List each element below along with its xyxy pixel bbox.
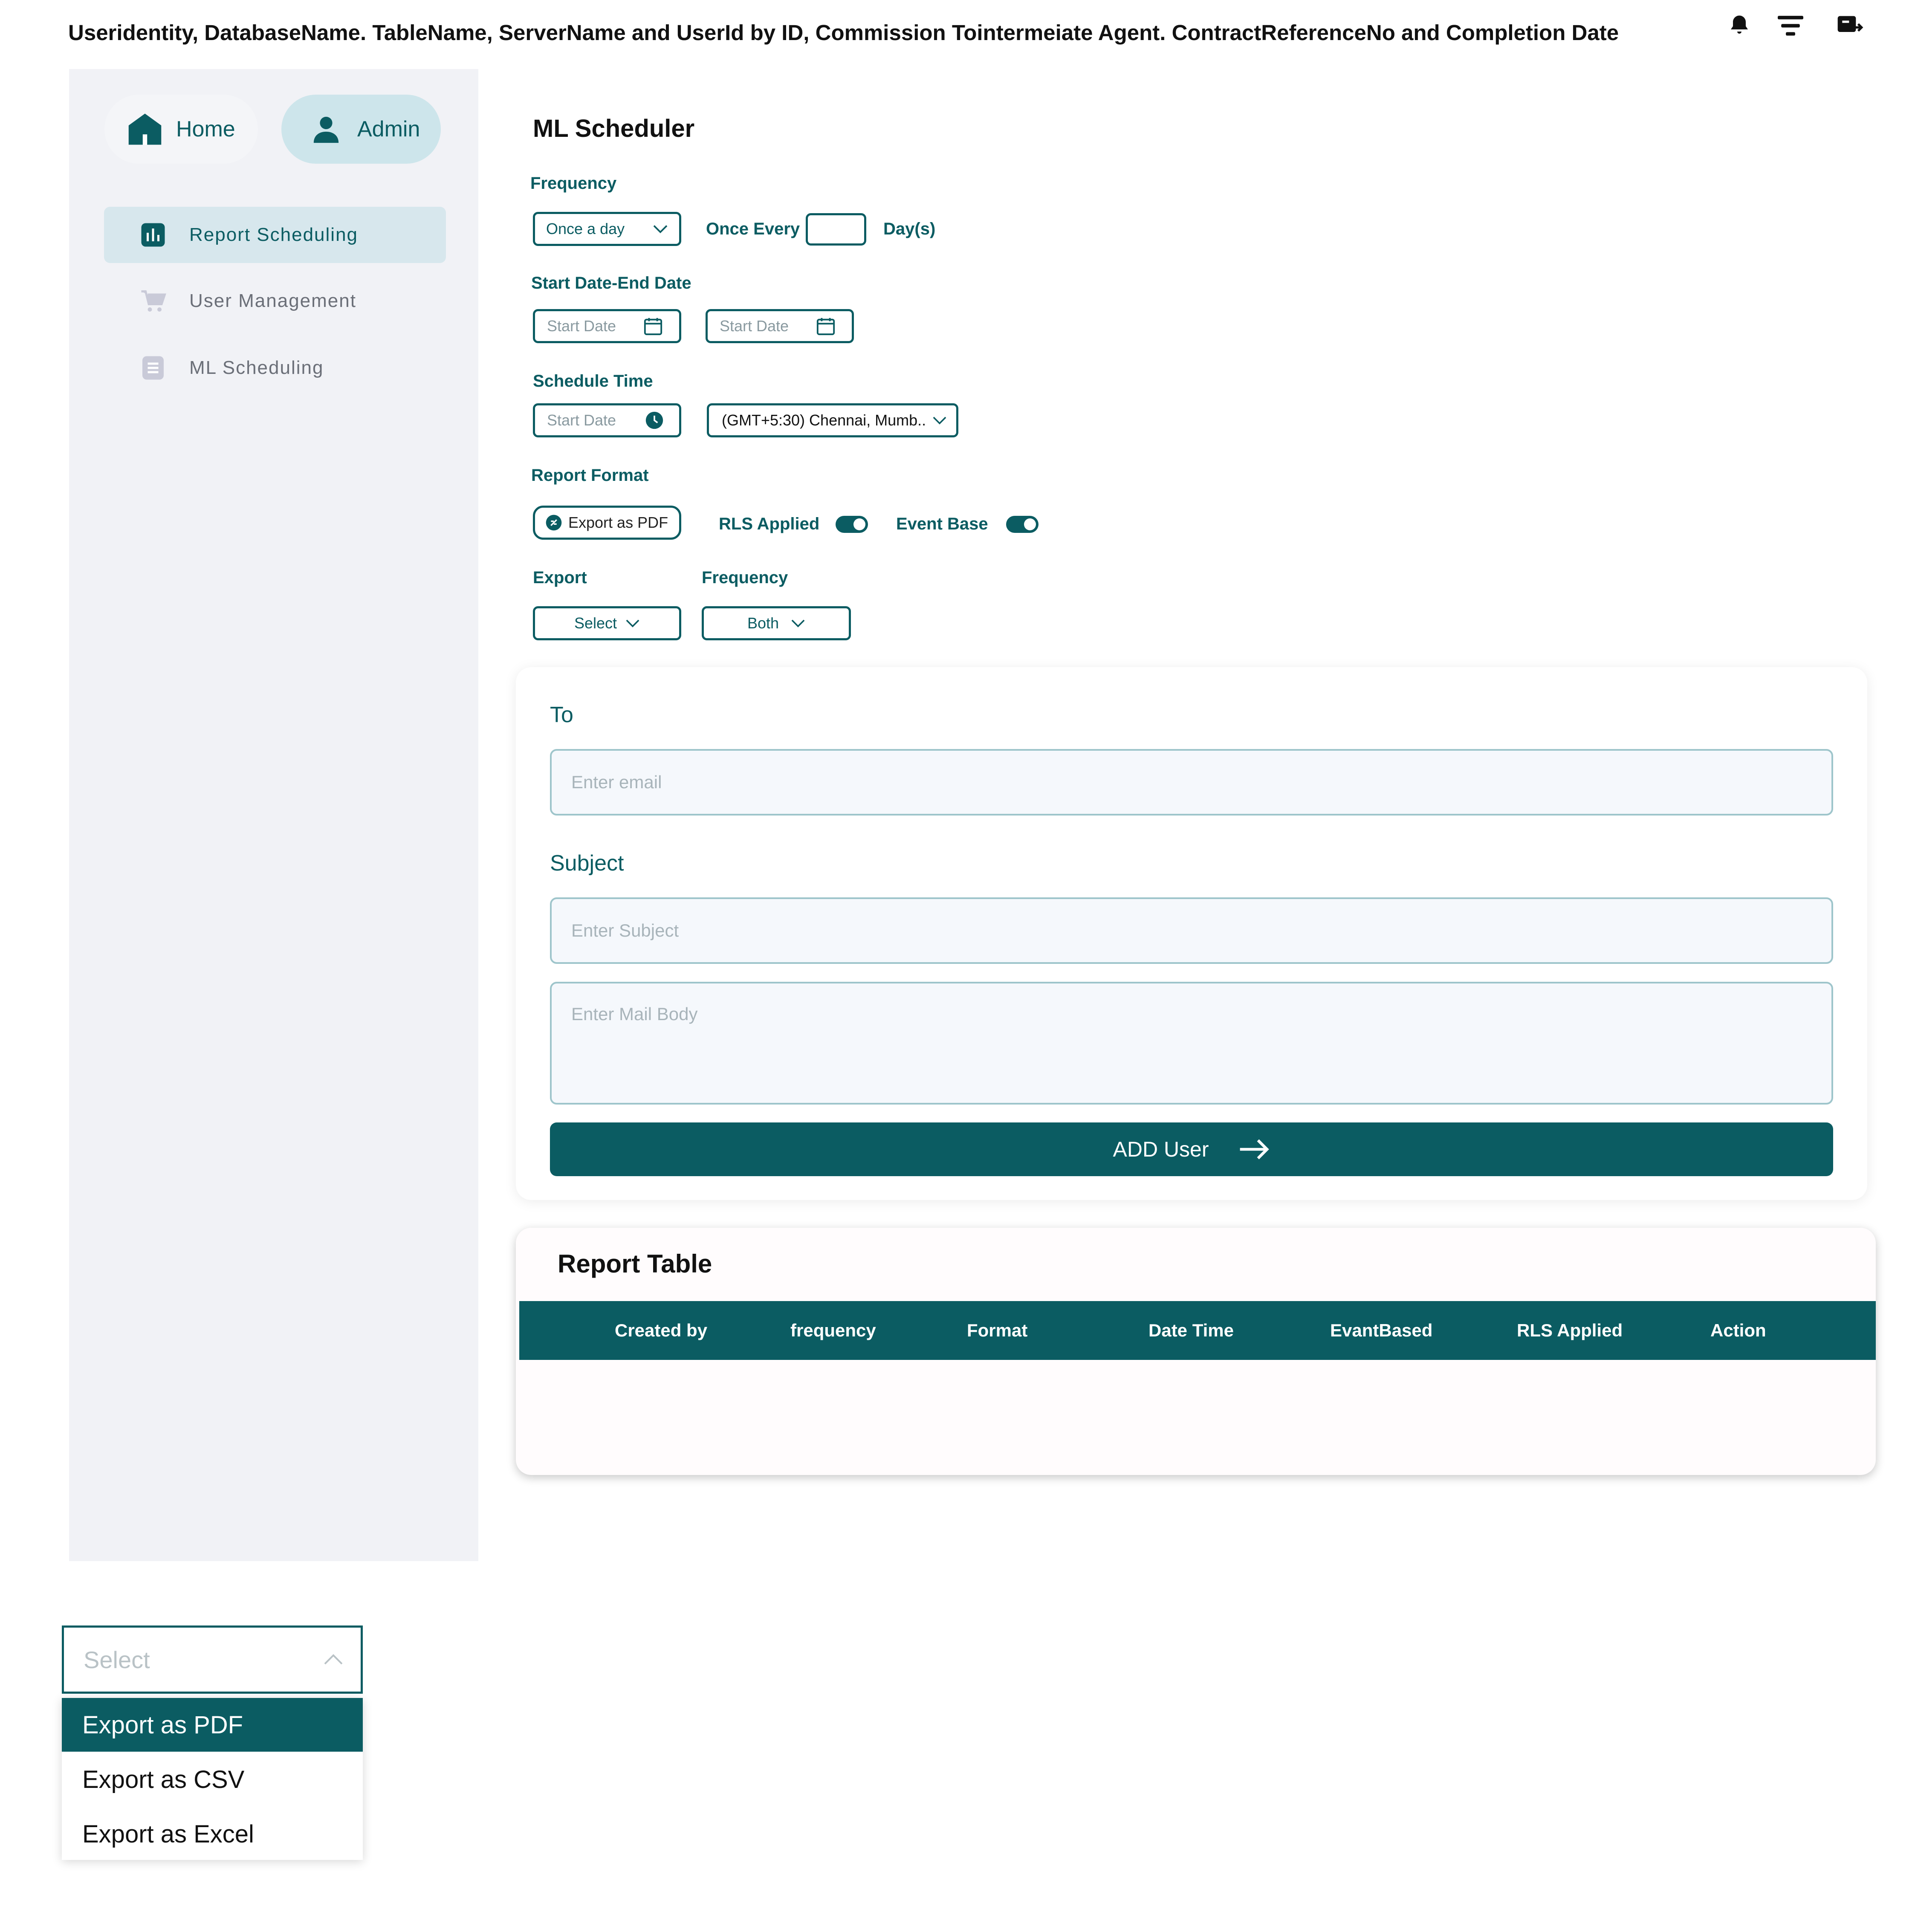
page-title: ML Scheduler bbox=[533, 115, 695, 142]
page-header-title: Useridentity, DatabaseName. TableName, S… bbox=[68, 20, 1619, 45]
event-base-label: Event Base bbox=[896, 515, 988, 533]
calendar-icon bbox=[643, 316, 663, 336]
rls-label: RLS Applied bbox=[719, 515, 820, 533]
chevron-down-icon bbox=[625, 619, 640, 628]
email-card: To Enter email Subject Enter Subject Ent… bbox=[516, 667, 1867, 1200]
export-select[interactable]: Select bbox=[533, 606, 681, 640]
end-date-input[interactable]: Start Date bbox=[706, 309, 854, 343]
add-user-button[interactable]: ADD User bbox=[550, 1122, 1833, 1176]
frequency2-select[interactable]: Both bbox=[702, 606, 851, 640]
mail-body-input[interactable]: Enter Mail Body bbox=[550, 982, 1833, 1105]
timezone-select[interactable]: (GMT+5:30) Chennai, Mumb.. bbox=[707, 403, 958, 437]
user-icon bbox=[307, 110, 345, 148]
column-evant-based[interactable]: EvantBased bbox=[1330, 1301, 1432, 1360]
report-format-value: Export as PDF bbox=[568, 514, 668, 531]
start-date-input[interactable]: Start Date bbox=[533, 309, 681, 343]
report-table-card: Report Table Created by frequency Format… bbox=[516, 1228, 1876, 1475]
mail-body-placeholder: Enter Mail Body bbox=[571, 1004, 698, 1024]
subject-label: Subject bbox=[550, 851, 624, 876]
report-format-label: Report Format bbox=[531, 466, 649, 485]
report-format-button[interactable]: Export as PDF bbox=[533, 506, 681, 540]
chart-icon bbox=[138, 220, 168, 250]
sidebar-item-label: User Management bbox=[189, 290, 356, 311]
schedule-time-label: Schedule Time bbox=[533, 372, 653, 390]
date-range-label: Start Date-End Date bbox=[531, 274, 691, 292]
once-every-input[interactable] bbox=[806, 213, 866, 246]
home-icon bbox=[126, 110, 164, 148]
dropdown-option-csv[interactable]: Export as CSV bbox=[62, 1753, 363, 1806]
report-table-title: Report Table bbox=[558, 1249, 712, 1278]
frequency-select[interactable]: Once a day bbox=[533, 212, 681, 246]
sidebar-item-ml-scheduling[interactable]: ML Scheduling bbox=[104, 340, 446, 396]
subject-input[interactable]: Enter Subject bbox=[550, 897, 1833, 964]
arrow-right-icon bbox=[1239, 1137, 1270, 1161]
chevron-up-icon bbox=[323, 1653, 344, 1666]
column-format[interactable]: Format bbox=[967, 1301, 1027, 1360]
event-base-toggle[interactable] bbox=[1006, 516, 1038, 533]
pdf-icon bbox=[545, 514, 562, 531]
start-date-placeholder: Start Date bbox=[547, 317, 616, 335]
clock-icon bbox=[645, 411, 664, 430]
document-icon bbox=[138, 353, 168, 383]
filter-icon[interactable] bbox=[1776, 10, 1805, 40]
sidebar-item-label: ML Scheduling bbox=[189, 357, 324, 378]
end-date-placeholder: Start Date bbox=[720, 317, 789, 335]
once-every-label: Once Every bbox=[706, 220, 800, 238]
frequency2-value: Both bbox=[747, 614, 779, 632]
sidebar-item-report-scheduling[interactable]: Report Scheduling bbox=[104, 207, 446, 263]
column-frequency[interactable]: frequency bbox=[790, 1301, 876, 1360]
chevron-down-icon bbox=[653, 224, 668, 234]
admin-label: Admin bbox=[357, 117, 420, 142]
home-button[interactable]: Home bbox=[104, 95, 258, 164]
email-placeholder: Enter email bbox=[571, 772, 662, 792]
time-placeholder: Start Date bbox=[547, 411, 616, 429]
logout-icon[interactable] bbox=[1835, 10, 1865, 40]
calendar-icon bbox=[816, 316, 836, 336]
admin-button[interactable]: Admin bbox=[281, 95, 441, 164]
frequency2-label: Frequency bbox=[702, 568, 788, 587]
export-label: Export bbox=[533, 568, 587, 587]
email-input[interactable]: Enter email bbox=[550, 749, 1833, 816]
cart-icon bbox=[138, 286, 168, 316]
schedule-time-input[interactable]: Start Date bbox=[533, 403, 681, 437]
dropdown-option-pdf[interactable]: Export as PDF bbox=[62, 1698, 363, 1752]
home-label: Home bbox=[176, 117, 235, 142]
table-header: Created by frequency Format Date Time Ev… bbox=[519, 1301, 1876, 1360]
export-dropdown-list: Export as PDF Export as CSV Export as Ex… bbox=[62, 1698, 363, 1860]
timezone-value: (GMT+5:30) Chennai, Mumb.. bbox=[722, 411, 926, 429]
export-dropdown-select[interactable]: Select bbox=[62, 1625, 363, 1694]
frequency-label: Frequency bbox=[530, 174, 617, 193]
chevron-down-icon bbox=[791, 619, 805, 628]
frequency-value: Once a day bbox=[546, 220, 625, 237]
subject-placeholder: Enter Subject bbox=[571, 920, 679, 940]
column-action[interactable]: Action bbox=[1710, 1301, 1766, 1360]
bell-icon[interactable] bbox=[1724, 10, 1754, 40]
sidebar-item-label: Report Scheduling bbox=[189, 224, 359, 245]
chevron-down-icon bbox=[932, 416, 947, 425]
column-created-by[interactable]: Created by bbox=[615, 1301, 707, 1360]
dropdown-option-excel[interactable]: Export as Excel bbox=[62, 1807, 363, 1861]
to-label: To bbox=[550, 703, 573, 727]
export-value: Select bbox=[574, 614, 617, 632]
column-rls-applied[interactable]: RLS Applied bbox=[1517, 1301, 1623, 1360]
column-date-time[interactable]: Date Time bbox=[1148, 1301, 1234, 1360]
sidebar-item-user-management[interactable]: User Management bbox=[104, 273, 446, 329]
days-label: Day(s) bbox=[883, 220, 936, 238]
dropdown-placeholder: Select bbox=[84, 1646, 150, 1673]
rls-toggle[interactable] bbox=[836, 516, 868, 533]
add-user-label: ADD User bbox=[1113, 1137, 1209, 1161]
